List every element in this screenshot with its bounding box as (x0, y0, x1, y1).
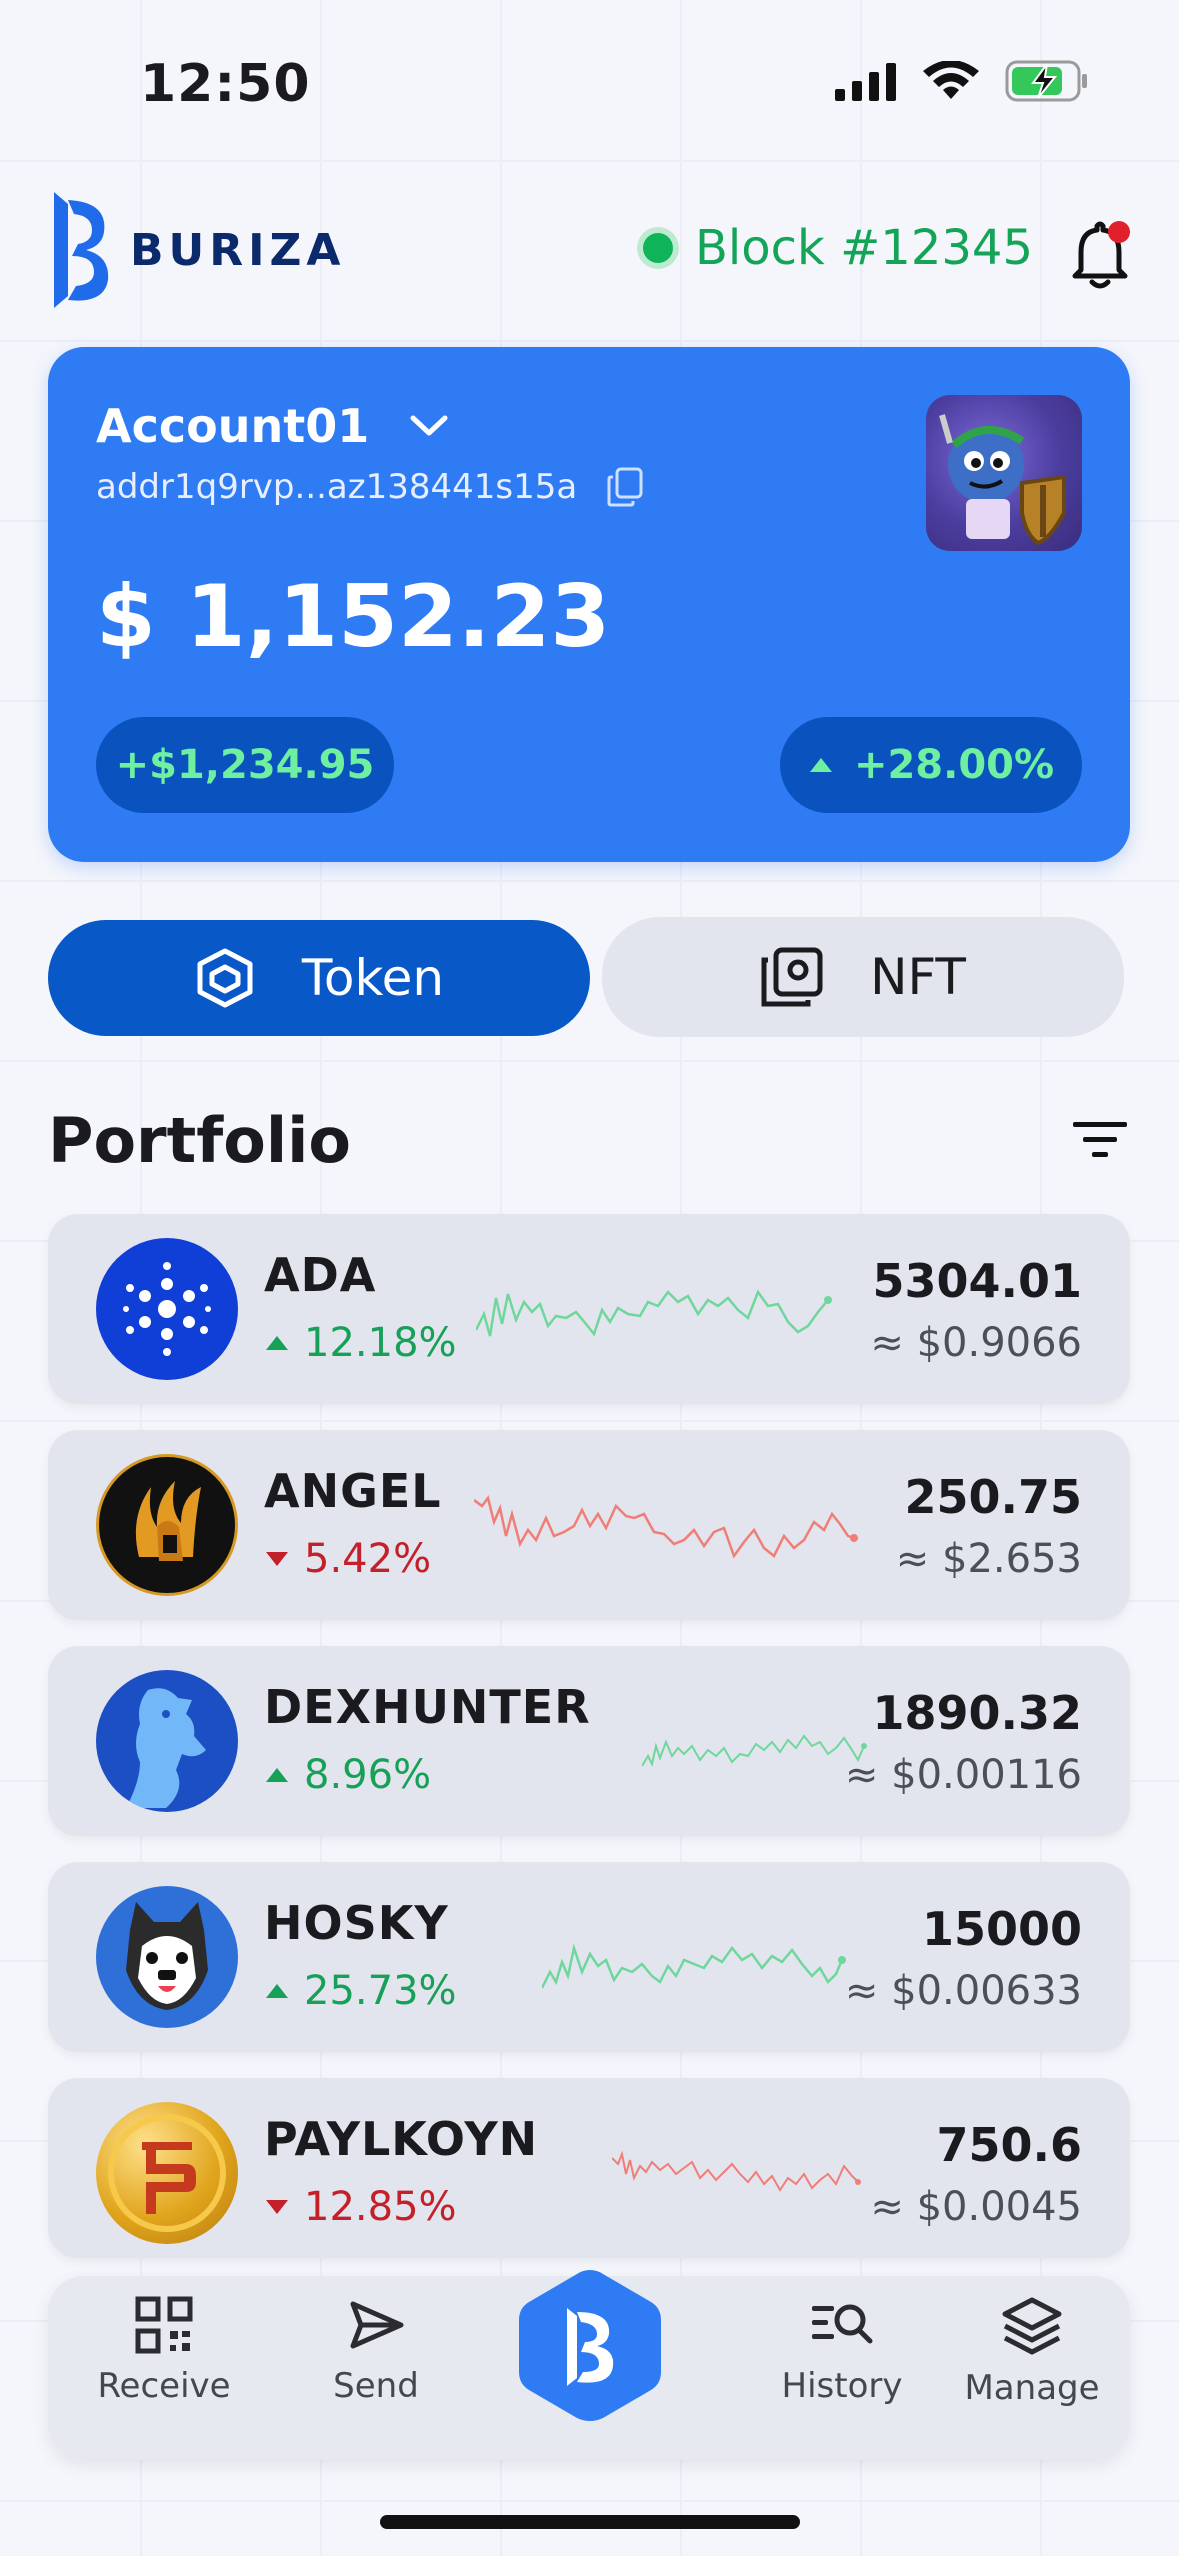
hosky-token-icon (96, 1886, 238, 2028)
token-amount: 1890.32 (872, 1686, 1082, 1740)
token-change: 5.42% (264, 1536, 431, 1582)
brand-logo: BURIZA (48, 192, 345, 308)
token-change: 25.73% (264, 1968, 457, 2014)
account-avatar[interactable] (926, 395, 1082, 551)
buriza-logo-icon (54, 192, 109, 308)
token-amount: 250.75 (904, 1470, 1082, 1524)
token-value: ≈ $0.9066 (870, 1320, 1082, 1366)
nav-home-button[interactable] (515, 2266, 665, 2426)
sparkline-chart (476, 1289, 832, 1337)
triangle-up-icon (266, 1768, 288, 1782)
triangle-down-icon (266, 1552, 288, 1566)
ada-token-icon (96, 1238, 238, 1380)
nav-receive-label: Receive (97, 2366, 231, 2406)
token-change-value: 5.42% (304, 1536, 432, 1582)
nav-history-label: History (781, 2366, 903, 2406)
copy-icon[interactable] (607, 467, 643, 507)
paylkoyn-token-icon (96, 2102, 238, 2244)
change-percent-badge: +28.00% (780, 717, 1082, 813)
chevron-down-icon (410, 415, 448, 436)
wifi-icon (923, 61, 979, 99)
token-amount: 750.6 (936, 2118, 1082, 2172)
nav-history[interactable]: History (742, 2296, 942, 2406)
account-card[interactable]: Account01 addr1q9rvp...az138441s15a $ 1,… (48, 347, 1130, 862)
token-value: ≈ $0.0045 (870, 2184, 1082, 2230)
token-name: HOSKY (264, 1896, 449, 1950)
token-name: DEXHUNTER (264, 1680, 591, 1734)
portfolio-title: Portfolio (48, 1104, 351, 1177)
token-amount: 15000 (921, 1902, 1082, 1956)
block-indicator: Block #12345 (643, 220, 1033, 276)
token-change-value: 25.73% (304, 1968, 457, 2014)
change-amount: +$1,234.95 (115, 742, 375, 788)
status-icons (835, 60, 1089, 102)
token-change-value: 12.85% (304, 2184, 457, 2230)
account-name: Account01 (96, 399, 370, 453)
battery-icon (1005, 60, 1087, 102)
token-row-dexhunter[interactable]: DEXHUNTER 8.96% 1890.32 ≈ $0.00116 (48, 1646, 1130, 1836)
token-name: ADA (264, 1248, 377, 1302)
sparkline-chart (542, 1943, 846, 1989)
change-amount-badge: +$1,234.95 (96, 717, 394, 813)
account-balance: $ 1,152.23 (96, 567, 611, 667)
triangle-down-icon (266, 2200, 288, 2214)
home-indicator (380, 2515, 800, 2529)
token-row-angel[interactable]: ANGEL 5.42% 250.75 ≈ $2.653 (48, 1430, 1130, 1620)
status-time: 12:50 (140, 54, 311, 114)
token-change-value: 8.96% (304, 1752, 432, 1798)
token-change: 12.85% (264, 2184, 457, 2230)
buriza-home-icon (519, 2270, 661, 2421)
signal-icon (835, 63, 896, 101)
tab-nft-label: NFT (870, 948, 966, 1006)
account-selector[interactable]: Account01 (96, 399, 449, 453)
sparkline-chart (474, 1495, 858, 1559)
token-change: 8.96% (264, 1752, 431, 1798)
nav-receive[interactable]: Receive (64, 2296, 264, 2406)
filter-icon[interactable] (1071, 1118, 1129, 1162)
token-row-paylkoyn[interactable]: PAYLKOYN 12.85% 750.6 ≈ $0.0045 (48, 2078, 1130, 2258)
brand-name: BURIZA (130, 224, 346, 276)
nav-manage-label: Manage (964, 2368, 1100, 2408)
token-row-ada[interactable]: ADA 12.18% 5304.01 ≈ $0.9066 (48, 1214, 1130, 1404)
triangle-up-icon (266, 1336, 288, 1350)
cube-icon (197, 948, 253, 1008)
layers-icon (1002, 2297, 1062, 2355)
account-address-row: addr1q9rvp...az138441s15a (96, 467, 643, 507)
change-percent: +28.00% (853, 742, 1055, 788)
gallery-icon (761, 947, 823, 1007)
token-value: ≈ $2.653 (895, 1536, 1082, 1582)
dexhunter-token-icon (96, 1670, 238, 1812)
history-search-icon (812, 2304, 873, 2344)
token-change: 12.18% (264, 1320, 457, 1366)
qr-code-icon (135, 2296, 193, 2354)
token-amount: 5304.01 (872, 1254, 1082, 1308)
sparkline-chart (612, 2150, 861, 2192)
token-value: ≈ $0.00633 (844, 1968, 1082, 2014)
nav-manage[interactable]: Manage (942, 2296, 1122, 2408)
token-change-value: 12.18% (304, 1320, 457, 1366)
send-icon (350, 2301, 404, 2349)
tab-token-label: Token (301, 949, 445, 1007)
token-name: ANGEL (264, 1464, 442, 1518)
angel-token-icon (96, 1454, 238, 1596)
block-label: Block #12345 (695, 220, 1033, 276)
nav-send-label: Send (333, 2366, 419, 2406)
notification-bell-icon[interactable] (1065, 218, 1135, 292)
token-name: PAYLKOYN (264, 2112, 539, 2166)
triangle-up-icon (266, 1984, 288, 1998)
tab-nft[interactable]: NFT (602, 917, 1124, 1037)
status-dot (643, 233, 673, 263)
token-row-hosky[interactable]: HOSKY 25.73% 15000 ≈ $0.00633 (48, 1862, 1130, 2052)
bottom-nav: Receive Send History Manage (48, 2270, 1130, 2460)
nav-send[interactable]: Send (276, 2296, 476, 2406)
tab-token[interactable]: Token (48, 920, 590, 1036)
triangle-up-icon (809, 758, 832, 772)
token-value: ≈ $0.00116 (844, 1752, 1082, 1798)
account-address: addr1q9rvp...az138441s15a (96, 467, 578, 507)
avatar-image (939, 414, 1066, 546)
